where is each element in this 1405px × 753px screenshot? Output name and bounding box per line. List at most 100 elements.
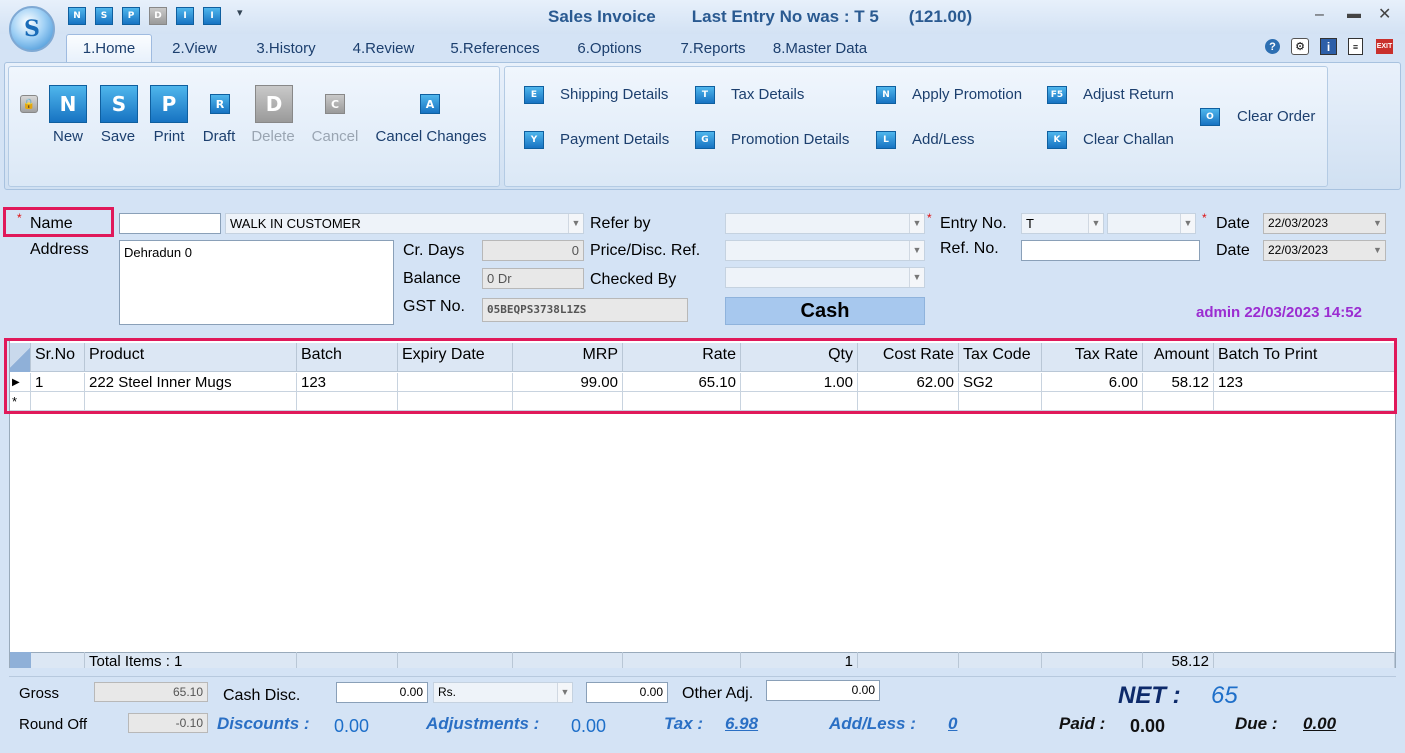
delete-icon[interactable]: D — [255, 85, 293, 123]
new-row-marker-icon[interactable]: * — [10, 392, 31, 411]
table-cell[interactable]: SG2 — [959, 373, 1042, 392]
table-cell[interactable]: 65.10 — [623, 373, 741, 392]
shipping-details-button[interactable]: Shipping Details — [560, 86, 668, 103]
help-icon[interactable]: ? — [1265, 39, 1280, 54]
payment-details-button[interactable]: Payment Details — [560, 131, 669, 148]
price-ref-dropdown[interactable]: ▼ — [725, 240, 925, 261]
draft-button[interactable]: Draft — [203, 128, 236, 145]
tax-details-icon[interactable]: T — [695, 86, 715, 104]
qat-icon[interactable]: I — [176, 7, 194, 25]
column-header-cost-rate[interactable]: Cost Rate — [858, 343, 959, 372]
qat-dropdown-icon[interactable]: ▾ — [237, 6, 243, 19]
other-adj-field[interactable]: 0.00 — [766, 680, 880, 701]
cancel-changes-icon[interactable]: A — [420, 94, 440, 114]
date-picker[interactable]: 22/03/2023 ▼ — [1263, 213, 1386, 234]
new-row-cell[interactable] — [1042, 392, 1143, 411]
table-cell[interactable]: 6.00 — [1042, 373, 1143, 392]
tax-link[interactable]: 6.98 — [725, 714, 758, 734]
addless-link[interactable]: 0 — [948, 714, 957, 734]
close-icon[interactable]: ✕ — [1378, 4, 1391, 24]
table-cell[interactable]: 222 Steel Inner Mugs — [85, 373, 297, 392]
column-header-qty[interactable]: Qty — [741, 343, 858, 372]
ref-date-picker[interactable]: 22/03/2023 ▼ — [1263, 240, 1386, 261]
app-logo[interactable]: S — [9, 6, 55, 52]
qat-icon[interactable]: N — [68, 7, 86, 25]
column-header-tax-rate[interactable]: Tax Rate — [1042, 343, 1143, 372]
new-row-cell[interactable] — [31, 392, 85, 411]
info-icon[interactable]: i — [1320, 38, 1337, 55]
promotion-details-button[interactable]: Promotion Details — [731, 131, 849, 148]
gross-field[interactable]: 65.10 — [94, 682, 208, 702]
row-pointer-icon[interactable]: ▶ — [10, 373, 31, 392]
table-cell[interactable]: 1 — [31, 373, 85, 392]
print-button[interactable]: Print — [154, 128, 185, 145]
print-icon[interactable]: P — [150, 85, 188, 123]
qat-icon[interactable]: S — [95, 7, 113, 25]
grid-corner[interactable] — [10, 343, 31, 372]
new-icon[interactable]: N — [49, 85, 87, 123]
add-less-icon[interactable]: L — [876, 131, 896, 149]
gst-field[interactable]: 05BEQPS3738L1ZS — [482, 298, 688, 322]
adjust-return-icon[interactable]: F5 — [1047, 86, 1067, 104]
qat-icon[interactable]: P — [122, 7, 140, 25]
notes-icon[interactable]: ≡ — [1348, 38, 1363, 55]
exit-icon[interactable]: EXIT — [1376, 39, 1393, 54]
new-row-cell[interactable] — [398, 392, 513, 411]
new-row-cell[interactable] — [623, 392, 741, 411]
entry-series-dropdown[interactable]: T ▼ — [1021, 213, 1104, 234]
cancel-button[interactable]: Cancel — [312, 128, 359, 145]
save-icon[interactable]: S — [100, 85, 138, 123]
column-header-rate[interactable]: Rate — [623, 343, 741, 372]
tab-history[interactable]: 3.History — [237, 34, 335, 62]
new-button[interactable]: New — [53, 128, 83, 145]
save-button[interactable]: Save — [101, 128, 135, 145]
new-row-cell[interactable] — [959, 392, 1042, 411]
balance-field[interactable]: 0 Dr — [482, 268, 584, 289]
minimize-icon[interactable]: – — [1315, 6, 1324, 24]
round-off-field[interactable]: -0.10 — [128, 713, 208, 733]
entry-number-dropdown[interactable]: ▼ — [1107, 213, 1196, 234]
refer-by-dropdown[interactable]: ▼ — [725, 213, 925, 234]
delete-button[interactable]: Delete — [251, 128, 294, 145]
new-row-cell[interactable] — [741, 392, 858, 411]
payment-details-icon[interactable]: Y — [524, 131, 544, 149]
customer-code-field[interactable] — [119, 213, 221, 234]
table-cell[interactable] — [398, 373, 513, 392]
cash-disc-amount-field[interactable]: 0.00 — [586, 682, 668, 703]
new-row-cell[interactable] — [513, 392, 623, 411]
table-cell[interactable]: 58.12 — [1143, 373, 1214, 392]
apply-promotion-icon[interactable]: N — [876, 86, 896, 104]
clear-order-icon[interactable]: O — [1200, 108, 1220, 126]
adjust-return-button[interactable]: Adjust Return — [1083, 86, 1174, 103]
ref-no-field[interactable] — [1021, 240, 1200, 261]
clear-order-button[interactable]: Clear Order — [1237, 108, 1315, 125]
lock-icon[interactable]: 🔒 — [20, 95, 38, 113]
cancel-icon[interactable]: C — [325, 94, 345, 114]
column-header-mrp[interactable]: MRP — [513, 343, 623, 372]
settings-icon[interactable]: ⚙ — [1291, 38, 1309, 55]
chevron-down-icon[interactable]: ▼ — [568, 214, 583, 233]
address-textarea[interactable]: Dehradun 0 — [119, 240, 394, 325]
tax-details-button[interactable]: Tax Details — [731, 86, 804, 103]
column-header-expiry-date[interactable]: Expiry Date — [398, 343, 513, 372]
new-row-cell[interactable] — [297, 392, 398, 411]
table-cell[interactable]: 62.00 — [858, 373, 959, 392]
column-header-product[interactable]: Product — [85, 343, 297, 372]
draft-icon[interactable]: R — [210, 94, 230, 114]
maximize-icon[interactable]: ▬ — [1347, 5, 1361, 21]
tab-review[interactable]: 4.Review — [335, 34, 432, 62]
table-cell[interactable]: 123 — [297, 373, 398, 392]
new-row-cell[interactable] — [1214, 392, 1395, 411]
due-link[interactable]: 0.00 — [1303, 714, 1336, 734]
column-header-tax-code[interactable]: Tax Code — [959, 343, 1042, 372]
clear-challan-icon[interactable]: K — [1047, 131, 1067, 149]
table-cell[interactable]: 99.00 — [513, 373, 623, 392]
column-header-amount[interactable]: Amount — [1143, 343, 1214, 372]
tab-reports[interactable]: 7.Reports — [661, 34, 765, 62]
shipping-details-icon[interactable]: E — [524, 86, 544, 104]
promotion-details-icon[interactable]: G — [695, 131, 715, 149]
customer-name-field[interactable]: WALK IN CUSTOMER ▼ — [225, 213, 584, 234]
column-header-sr-no[interactable]: Sr.No — [31, 343, 85, 372]
add-less-button[interactable]: Add/Less — [912, 131, 975, 148]
qat-icon[interactable]: D — [149, 7, 167, 25]
